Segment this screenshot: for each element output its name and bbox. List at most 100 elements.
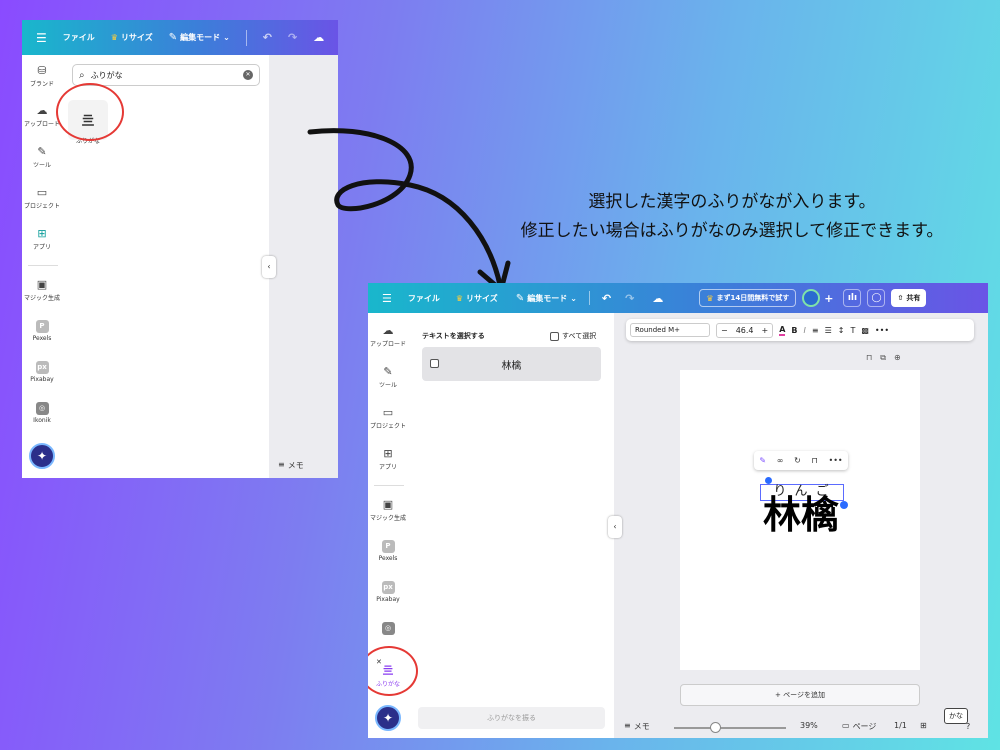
duplicate-page-icon[interactable]: ⧉ (880, 353, 886, 363)
zoom-slider[interactable] (674, 727, 786, 729)
pexels-icon: P (381, 540, 395, 553)
undo-icon[interactable]: ↶ (263, 31, 272, 44)
add-page-icon[interactable]: ⊕ (894, 353, 901, 363)
sidebar-item-magic[interactable]: ▣ マジック生成 (22, 279, 62, 303)
sidebar-item-apps[interactable]: ⊞ アプリ (368, 448, 408, 472)
list-icon[interactable]: ☰ (825, 326, 832, 335)
cloud-sync-icon[interactable]: ☁ (652, 292, 663, 305)
left-footer-memo[interactable]: ≡ メモ (278, 460, 304, 471)
file-menu[interactable]: ファイル (63, 32, 95, 43)
collapse-panel-button[interactable]: ‹ (262, 256, 276, 278)
search-icon: ⌕ (79, 69, 85, 81)
sidebar-item-pixabay[interactable]: px Pixabay (368, 581, 408, 603)
sidebar-item-pixabay[interactable]: px Pixabay (22, 361, 62, 383)
sidebar-item-ikonik[interactable]: ◎ (368, 622, 408, 637)
sidebar-item-projects[interactable]: ▭ プロジェクト (22, 187, 62, 211)
crown-icon: ♛ (455, 293, 464, 303)
search-box[interactable]: ⌕ ふりがな ✕ (72, 64, 260, 86)
redo-icon[interactable]: ↷ (288, 31, 297, 44)
add-collaborator-icon[interactable]: + (824, 292, 833, 305)
menu-icon[interactable]: ☰ (36, 31, 47, 45)
edit-mode-button[interactable]: ✎ 編集モード ⌄ (516, 293, 577, 304)
page-view-button[interactable]: ▭ ページ (842, 721, 876, 732)
grid-view-icon[interactable]: ⊞ (920, 721, 927, 730)
more-options-icon[interactable]: ••• (875, 326, 889, 335)
sidebar-divider (374, 485, 404, 486)
increase-size-icon[interactable]: + (762, 326, 769, 335)
font-size-value[interactable]: 46.4 (736, 326, 754, 335)
magic-assistant-button[interactable]: ✦ (375, 705, 401, 731)
sidebar-item-label: ツール (32, 162, 51, 169)
select-all-checkbox[interactable] (550, 331, 559, 341)
trial-button[interactable]: ♛ まず14日間無料で試す (699, 289, 797, 307)
annotation-text: 選択した漢字のふりがなが入ります。 修正したい場合はふりがなのみ選択して修正でき… (492, 188, 972, 246)
kana-button[interactable]: かな (944, 708, 968, 724)
element-toolbar: ✎ ∞ ↻ ⊓ ••• (754, 451, 848, 470)
zoom-level[interactable]: 39% (800, 721, 818, 730)
comment-icon[interactable]: ◯ (867, 289, 886, 307)
sidebar-item-magic[interactable]: ▣ マジック生成 (368, 499, 408, 523)
font-size-control[interactable]: − 46.4 + (716, 322, 774, 338)
file-menu[interactable]: ファイル (408, 293, 440, 304)
pixabay-icon: px (35, 361, 49, 374)
sidebar-item-label: プロジェクト (23, 203, 60, 210)
resize-button[interactable]: ♛ リサイズ (456, 293, 498, 304)
apply-furigana-button[interactable]: ふりがなを振る (418, 707, 605, 729)
selection-handle[interactable] (765, 477, 772, 484)
avatar[interactable] (802, 289, 821, 307)
redo-icon[interactable]: ↷ (625, 292, 634, 305)
menu-icon[interactable]: ☰ (382, 292, 392, 305)
transparency-icon[interactable]: ▩ (861, 326, 869, 335)
rotate-icon[interactable]: ↻ (794, 456, 801, 465)
sidebar-item-pexels[interactable]: P Pexels (22, 320, 62, 342)
sidebar-item-upload[interactable]: ☁ アップロード (368, 325, 408, 349)
ikonik-icon: ◎ (381, 622, 395, 635)
memo-label: メモ (287, 461, 304, 470)
help-icon[interactable]: ? (966, 722, 970, 731)
cloud-sync-icon[interactable]: ☁ (313, 31, 324, 44)
left-toolbar: ☰ ファイル ♛ リサイズ ✎ 編集モード ⌄ ↶ ↷ ☁ (22, 20, 338, 55)
sidebar-item-apps[interactable]: ⊞ アプリ (22, 228, 62, 252)
zoom-slider-handle[interactable] (710, 722, 721, 733)
text-color-icon[interactable]: A (779, 325, 786, 336)
share-button[interactable]: ⇧ 共有 (891, 289, 927, 307)
sidebar-item-tools[interactable]: ✎ ツール (368, 366, 408, 390)
page-label: ページ (852, 722, 877, 731)
lock-icon[interactable]: ⊓ (866, 353, 872, 363)
undo-icon[interactable]: ↶ (602, 292, 611, 305)
sidebar-item-label: ブランド (29, 81, 54, 88)
analytics-icon[interactable]: ılı (843, 289, 862, 307)
sidebar-item-ikonik[interactable]: ◎ Ikonik (22, 402, 62, 424)
sidebar-item-projects[interactable]: ▭ プロジェクト (368, 407, 408, 431)
spacing-icon[interactable]: ↕ (838, 326, 845, 335)
sidebar-item-tools[interactable]: ✎ ツール (22, 145, 62, 170)
decrease-size-icon[interactable]: − (721, 326, 728, 335)
magic-edit-icon[interactable]: ✎ (759, 456, 766, 465)
more-options-icon[interactable]: ••• (828, 456, 842, 465)
lock-icon[interactable]: ⊓ (812, 456, 818, 465)
link-icon[interactable]: ∞ (777, 456, 784, 465)
share-icon: ⇧ (897, 294, 904, 302)
select-all-label: すべて選択 (562, 332, 597, 340)
text-row[interactable]: 林檎 (422, 347, 601, 381)
add-page-button[interactable]: + ページを追加 (680, 684, 920, 706)
sidebar-item-brand[interactable]: ⛁ ブランド (22, 65, 62, 89)
sidebar-item-pexels[interactable]: P Pexels (368, 540, 408, 562)
resize-button[interactable]: ♛ リサイズ (111, 32, 153, 43)
right-screenshot: ☰ ファイル ♛ リサイズ ✎ 編集モード ⌄ ↶ ↷ ☁ ♛ まず14日間無料… (368, 283, 988, 738)
base-text[interactable]: 林檎 (756, 493, 846, 537)
edit-mode-button[interactable]: ✎ 編集モード ⌄ (169, 32, 230, 43)
font-selector[interactable]: Rounded M+ (630, 323, 710, 337)
align-icon[interactable]: ≡ (812, 326, 819, 335)
chevron-down-icon: ⌄ (570, 293, 577, 303)
vertical-text-icon[interactable]: T (850, 326, 855, 335)
search-input[interactable]: ふりがな (91, 70, 237, 81)
memo-button[interactable]: ≡ メモ (624, 721, 650, 732)
clear-search-icon[interactable]: ✕ (243, 70, 253, 80)
bold-icon[interactable]: B (791, 326, 797, 335)
collapse-panel-button[interactable]: ‹ (608, 516, 622, 538)
magic-assistant-button[interactable]: ✦ (29, 443, 55, 469)
italic-icon[interactable]: I (804, 326, 806, 335)
select-all-option[interactable]: すべて選択 (550, 331, 596, 341)
pen-icon: ✎ (37, 145, 47, 158)
